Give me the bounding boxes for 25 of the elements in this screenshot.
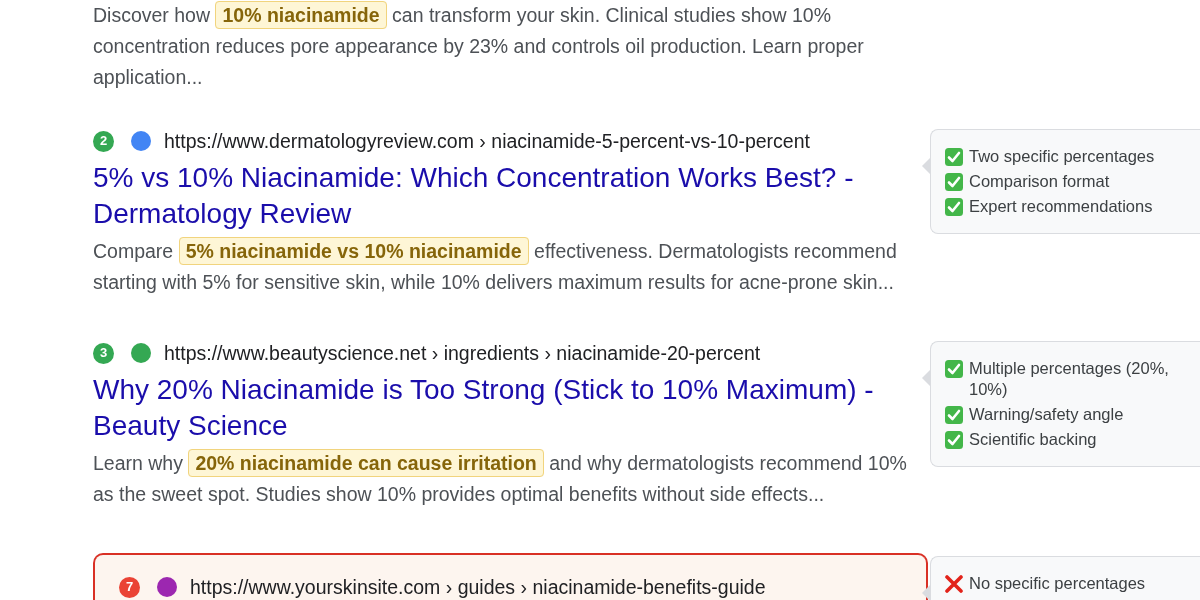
annotation-text: Two specific percentages xyxy=(969,146,1155,167)
annotation-text: Warning/safety angle xyxy=(969,404,1124,425)
check-icon xyxy=(945,360,963,378)
rank-badge: 7 xyxy=(119,576,140,598)
result-title-link[interactable]: 5% vs 10% Niacinamide: Which Concentration Works Best? - Dermatology Review xyxy=(93,160,915,232)
result-url[interactable]: https://www.beautyscience.net › ingredients › niacinamide-20-percent xyxy=(164,341,761,365)
annotation-text: Scientific backing xyxy=(969,429,1097,450)
check-icon xyxy=(945,431,963,449)
result-url[interactable]: https://www.yourskinsite.com › guides › niacinamide-benefits-guide xyxy=(190,575,766,599)
result-snippet: Compare 5% niacinamide vs 10% niacinamide effectiveness. Dermatologists recommend starting with 5% for sensitive skin, while 10% delivers maximum results for acne-prone skin... xyxy=(93,236,915,298)
annotation-text: No specific percentages xyxy=(969,573,1146,594)
result-snippet: Learn why 20% niacinamide can cause irritation and why dermatologists recommend 10% as the sweet spot. Studies show 10% provides optimal benefits without side effects... xyxy=(93,448,915,510)
result-url[interactable]: https://www.dermatologyreview.com › niacinamide-5-percent-vs-10-percent xyxy=(164,129,810,153)
check-icon xyxy=(945,198,963,216)
annotation-text: Expert recommendations xyxy=(969,196,1153,217)
result-title-link[interactable]: Why 20% Niacinamide is Too Strong (Stick to 10% Maximum) - Beauty Science xyxy=(93,372,915,444)
result-snippet: Discover how 10% niacinamide can transform your skin. Clinical studies show 10% concentration reduces pore appearance by 23% and controls oil production. Learn proper application... xyxy=(93,0,915,93)
check-icon xyxy=(945,406,963,424)
rank-badge: 3 xyxy=(93,342,114,364)
annotation-text: Comparison format xyxy=(969,171,1110,192)
check-icon xyxy=(945,148,963,166)
rank-badge: 2 xyxy=(93,130,114,152)
annotation-text: Multiple percentages (20%, 10%) xyxy=(969,358,1170,400)
check-icon xyxy=(945,173,963,191)
cross-icon xyxy=(945,575,963,593)
